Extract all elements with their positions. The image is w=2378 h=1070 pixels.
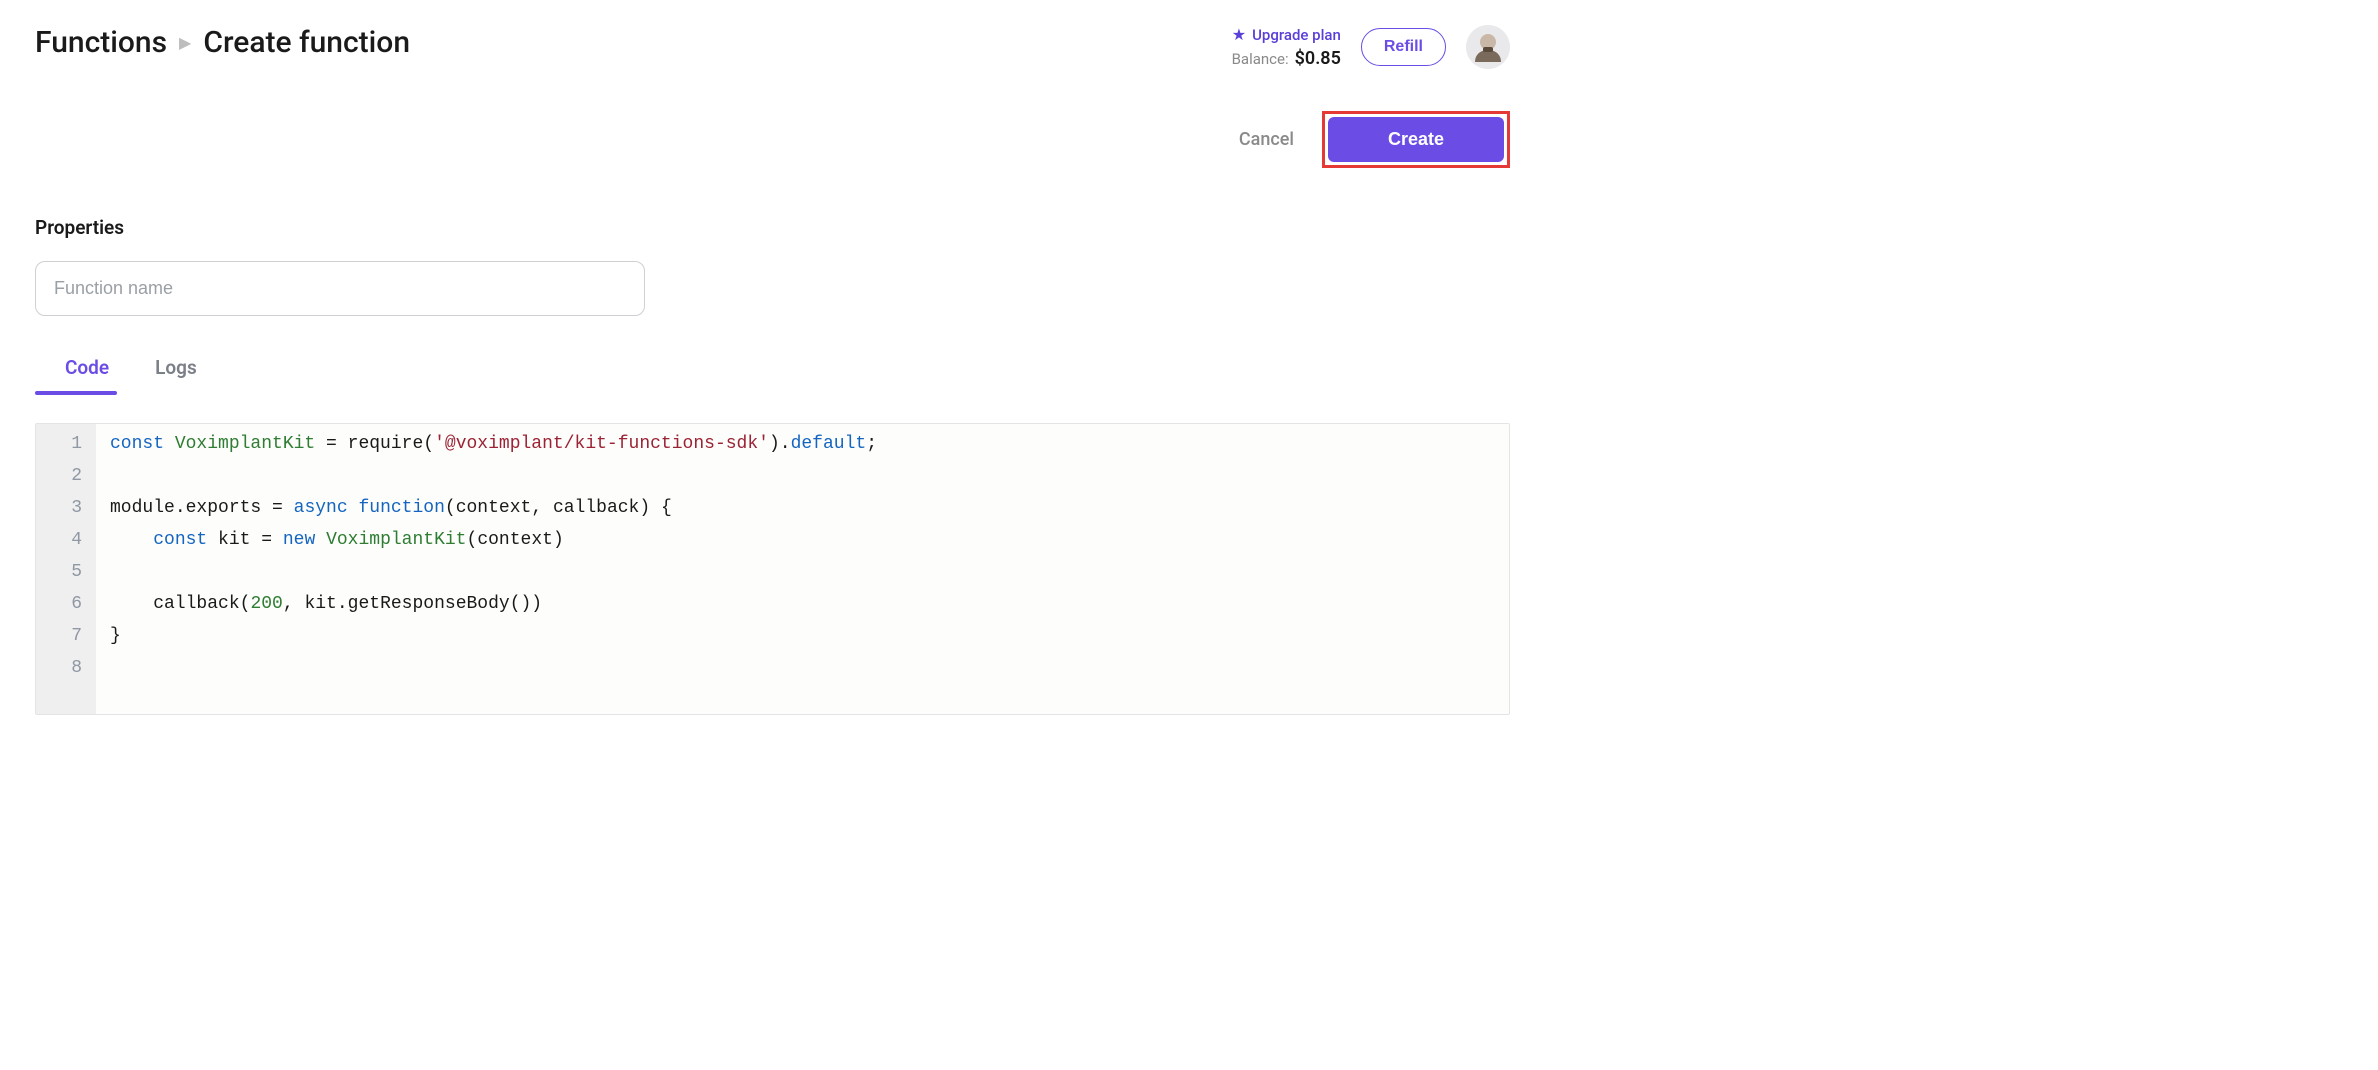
- tab-logs[interactable]: Logs: [155, 356, 197, 393]
- code-line: const VoximplantKit = require('@voximpla…: [110, 428, 1495, 460]
- chevron-right-icon: ▶: [179, 33, 191, 52]
- line-number: 1: [56, 428, 86, 460]
- code-content[interactable]: const VoximplantKit = require('@voximpla…: [96, 424, 1509, 714]
- create-button-highlight: Create: [1322, 111, 1510, 168]
- breadcrumb-root[interactable]: Functions: [35, 25, 167, 60]
- line-number: 8: [56, 652, 86, 684]
- code-line: }: [110, 620, 1495, 652]
- line-number: 5: [56, 556, 86, 588]
- function-name-input[interactable]: [35, 261, 645, 316]
- code-line: callback(200, kit.getResponseBody()): [110, 588, 1495, 620]
- breadcrumb-current: Create function: [203, 25, 410, 60]
- upgrade-plan-label: Upgrade plan: [1252, 26, 1341, 44]
- star-icon: ★: [1232, 25, 1246, 44]
- line-number: 4: [56, 524, 86, 556]
- editor-tabs: Code Logs: [35, 356, 1510, 393]
- avatar[interactable]: [1466, 25, 1510, 69]
- balance-label: Balance:: [1232, 50, 1289, 68]
- refill-button[interactable]: Refill: [1361, 28, 1446, 66]
- line-number: 6: [56, 588, 86, 620]
- breadcrumb: Functions ▶ Create function: [35, 25, 410, 60]
- code-gutter: 12345678: [36, 424, 96, 714]
- page-header: Functions ▶ Create function ★ Upgrade pl…: [35, 25, 1510, 69]
- code-editor[interactable]: 12345678 const VoximplantKit = require('…: [35, 423, 1510, 715]
- cancel-button[interactable]: Cancel: [1239, 129, 1294, 150]
- actions-row: Cancel Create: [35, 111, 1510, 168]
- code-line: const kit = new VoximplantKit(context): [110, 524, 1495, 556]
- code-line: [110, 556, 1495, 588]
- tab-code[interactable]: Code: [65, 356, 109, 393]
- line-number: 2: [56, 460, 86, 492]
- code-line: [110, 460, 1495, 492]
- code-line: module.exports = async function(context,…: [110, 492, 1495, 524]
- header-right: ★ Upgrade plan Balance: $0.85 Refill: [1232, 25, 1510, 69]
- line-number: 3: [56, 492, 86, 524]
- create-button[interactable]: Create: [1328, 117, 1504, 162]
- properties-heading: Properties: [35, 216, 1510, 239]
- code-line: [110, 652, 1495, 684]
- balance-amount: $0.85: [1295, 48, 1341, 69]
- line-number: 7: [56, 620, 86, 652]
- avatar-image: [1466, 25, 1510, 69]
- balance-row: Balance: $0.85: [1232, 48, 1341, 69]
- upgrade-plan-link[interactable]: ★ Upgrade plan: [1232, 25, 1341, 44]
- plan-balance-block: ★ Upgrade plan Balance: $0.85: [1232, 25, 1341, 69]
